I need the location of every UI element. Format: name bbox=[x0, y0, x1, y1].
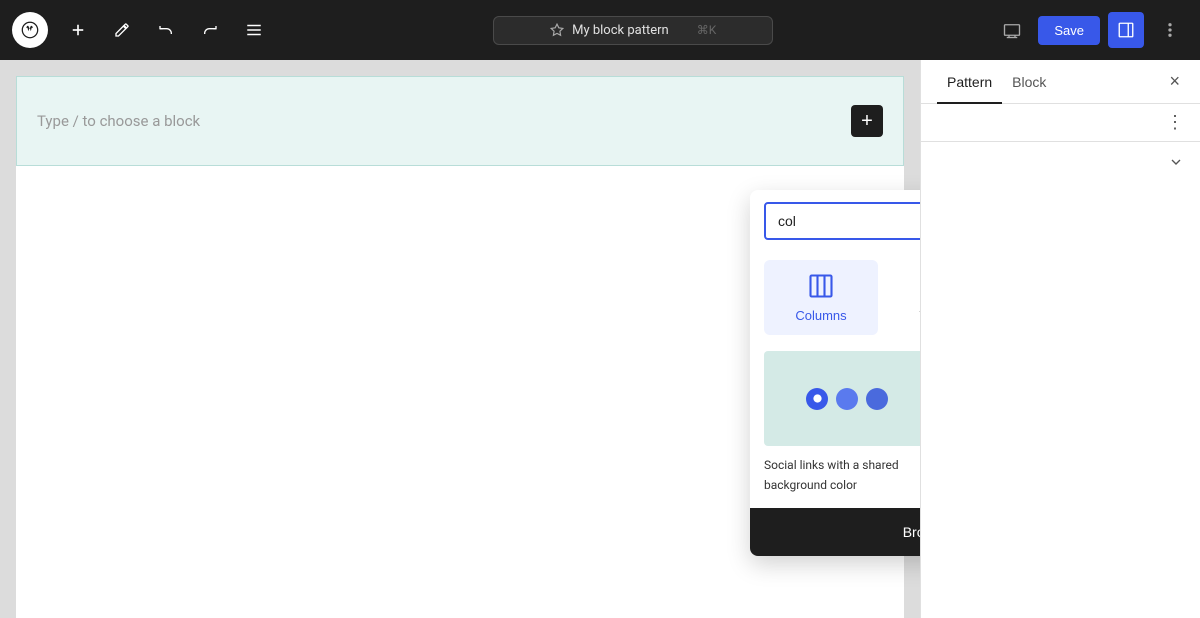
preview-button[interactable] bbox=[994, 12, 1030, 48]
block-search-input[interactable] bbox=[764, 202, 920, 240]
social-links-label: Social links with a shared background co… bbox=[764, 458, 899, 492]
editor-canvas: Type / to choose a block + × bbox=[0, 60, 920, 618]
right-panel: Pattern Block × ⋮ bbox=[920, 60, 1200, 618]
edit-tool-button[interactable] bbox=[104, 12, 140, 48]
pattern-thumbnails: Social links with a shared background co… bbox=[750, 351, 920, 508]
pattern-social-links[interactable]: Social links with a shared background co… bbox=[764, 351, 920, 494]
social-dot-2 bbox=[836, 388, 858, 410]
document-overview-button[interactable] bbox=[236, 12, 272, 48]
main-area: Type / to choose a block + × bbox=[0, 60, 1200, 618]
tab-pattern[interactable]: Pattern bbox=[937, 60, 1002, 104]
collapse-button[interactable] bbox=[1168, 154, 1184, 170]
search-box-container: × bbox=[750, 190, 920, 252]
block-picker-popup: × Columns bbox=[750, 190, 920, 556]
more-options-button[interactable] bbox=[1152, 12, 1188, 48]
pattern-title: My block pattern bbox=[572, 23, 669, 38]
main-toolbar: My block pattern ⌘K Save bbox=[0, 0, 1200, 60]
social-dot-1 bbox=[806, 388, 828, 410]
redo-button[interactable] bbox=[192, 12, 228, 48]
toolbar-right: Save bbox=[994, 12, 1188, 48]
save-button[interactable]: Save bbox=[1038, 16, 1100, 45]
toolbar-center: My block pattern ⌘K bbox=[280, 16, 986, 45]
panel-content bbox=[921, 142, 1200, 618]
social-links-thumb-image bbox=[764, 351, 920, 446]
block-placeholder[interactable]: Type / to choose a block + bbox=[16, 76, 904, 166]
pattern-title-bar[interactable]: My block pattern ⌘K bbox=[493, 16, 773, 45]
panel-header-row: ⋮ bbox=[921, 104, 1200, 142]
pattern-shortcut: ⌘K bbox=[697, 23, 717, 37]
browse-all-button[interactable]: Browse all bbox=[750, 508, 920, 556]
wp-logo bbox=[12, 12, 48, 48]
panel-section-header bbox=[937, 154, 1184, 170]
social-dot-3 bbox=[866, 388, 888, 410]
block-types-row: Columns Table bbox=[750, 252, 920, 351]
panel-tabs: Pattern Block × bbox=[921, 60, 1200, 104]
panel-close-button[interactable]: × bbox=[1165, 67, 1184, 96]
settings-sidebar-toggle[interactable] bbox=[1108, 12, 1144, 48]
undo-button[interactable] bbox=[148, 12, 184, 48]
table-label: Table bbox=[919, 308, 920, 323]
add-block-toolbar-button[interactable] bbox=[60, 12, 96, 48]
canvas-add-block-button[interactable]: + bbox=[851, 105, 883, 137]
panel-more-options[interactable]: ⋮ bbox=[1166, 112, 1184, 133]
social-dots bbox=[806, 388, 888, 410]
columns-label: Columns bbox=[795, 308, 846, 323]
tab-block[interactable]: Block bbox=[1002, 60, 1056, 104]
block-type-columns[interactable]: Columns bbox=[764, 260, 878, 335]
block-type-table[interactable]: Table bbox=[878, 260, 920, 335]
placeholder-text: Type / to choose a block bbox=[37, 112, 200, 130]
columns-icon bbox=[807, 272, 835, 300]
